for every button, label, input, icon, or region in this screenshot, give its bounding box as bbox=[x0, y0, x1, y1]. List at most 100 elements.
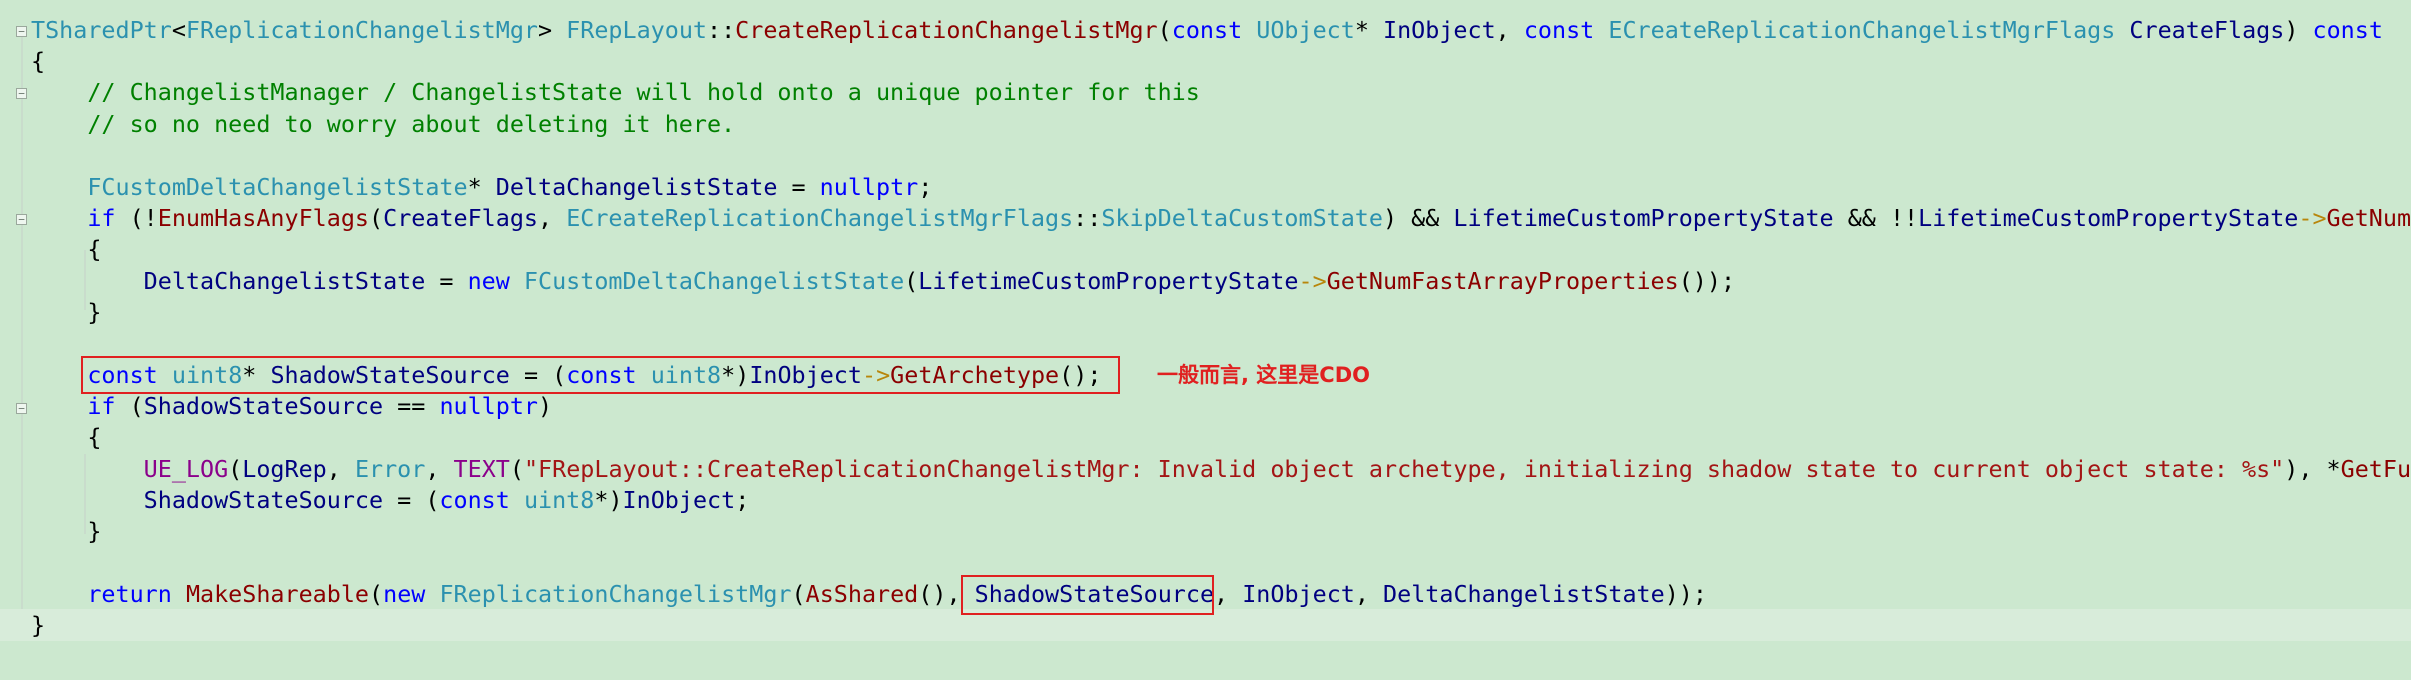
code-token: if bbox=[87, 392, 116, 420]
code-line[interactable] bbox=[0, 327, 2411, 359]
code-token: // so no need to worry about deleting it… bbox=[87, 110, 736, 138]
code-line-text: } bbox=[31, 515, 101, 547]
code-token: CreateFlags bbox=[383, 204, 539, 232]
code-token: new bbox=[383, 580, 426, 608]
code-token: -> bbox=[1298, 267, 1327, 295]
code-line-text: UE_LOG(LogRep, Error, TEXT("FRepLayout::… bbox=[31, 453, 2411, 485]
code-token: InObject bbox=[749, 361, 862, 389]
code-token: -> bbox=[861, 361, 891, 389]
fold-toggle-icon[interactable]: − bbox=[16, 214, 27, 225]
code-token: ShadowStateSource bbox=[143, 486, 384, 514]
code-token: = ( bbox=[509, 361, 567, 389]
code-token: new bbox=[467, 267, 510, 295]
code-line[interactable] bbox=[0, 139, 2411, 171]
code-token: , bbox=[538, 204, 567, 232]
code-token: ( bbox=[1157, 16, 1172, 44]
code-token: ECreateReplicationChangelistMgrFlags bbox=[1608, 16, 2116, 44]
code-line-text: ShadowStateSource = (const uint8*)InObje… bbox=[31, 484, 750, 516]
code-line[interactable]: { bbox=[0, 233, 2411, 265]
code-token: :: bbox=[1073, 204, 1102, 232]
code-token: uint8 bbox=[171, 361, 243, 389]
code-line[interactable]: UE_LOG(LogRep, Error, TEXT("FRepLayout::… bbox=[0, 453, 2411, 485]
code-token: > bbox=[537, 16, 567, 44]
code-line[interactable]: // so no need to worry about deleting it… bbox=[0, 108, 2411, 140]
code-token: FReplicationChangelistMgr bbox=[185, 16, 538, 44]
code-token: LifetimeCustomPropertyState bbox=[1918, 204, 2299, 232]
code-token: * bbox=[1354, 16, 1383, 44]
code-token: } bbox=[31, 517, 102, 545]
code-token: MakeShareable bbox=[185, 580, 370, 608]
code-token: ( bbox=[369, 580, 384, 608]
code-line-text: if (ShadowStateSource == nullptr) bbox=[31, 390, 552, 422]
code-line-text: { bbox=[31, 45, 45, 77]
code-token: DeltaChangelistState bbox=[143, 267, 426, 295]
code-token: if bbox=[87, 204, 116, 232]
code-token: InObject bbox=[622, 486, 736, 514]
code-token: (), bbox=[918, 580, 975, 608]
code-token: InObject bbox=[1383, 16, 1496, 44]
code-token: ; bbox=[735, 486, 750, 514]
code-token: * bbox=[467, 173, 496, 201]
code-token: DeltaChangelistState bbox=[495, 173, 778, 201]
code-line[interactable]: { bbox=[0, 421, 2411, 453]
code-token: -> bbox=[2298, 204, 2327, 232]
code-line[interactable]: FCustomDeltaChangelistState* DeltaChange… bbox=[0, 171, 2411, 203]
code-token: (! bbox=[115, 204, 158, 232]
code-token: ), * bbox=[2284, 455, 2341, 483]
code-token: ECreateReplicationChangelistMgrFlags bbox=[566, 204, 1074, 232]
code-token: CreateReplicationChangelistMgr bbox=[735, 16, 1158, 44]
code-line[interactable]: { bbox=[0, 45, 2411, 77]
code-line-text: { bbox=[31, 233, 101, 265]
code-token: ( bbox=[509, 455, 524, 483]
code-token: LifetimeCustomPropertyState bbox=[1453, 204, 1834, 232]
code-line[interactable]: return MakeShareable(new FReplicationCha… bbox=[0, 578, 2411, 610]
code-token: InObject bbox=[1242, 580, 1355, 608]
code-token: ShadowStateSource bbox=[143, 392, 384, 420]
code-line[interactable]: // ChangelistManager / ChangelistState w… bbox=[0, 76, 2411, 108]
code-line[interactable]: ShadowStateSource = (const uint8*)InObje… bbox=[0, 484, 2411, 516]
code-token: GetArchetype bbox=[890, 361, 1060, 389]
code-token: EnumHasAnyFlags bbox=[157, 204, 370, 232]
code-token: = bbox=[425, 267, 468, 295]
code-token: , bbox=[425, 455, 454, 483]
code-line-text: const uint8* ShadowStateSource = (const … bbox=[31, 359, 1101, 391]
code-line-text: { bbox=[31, 421, 101, 453]
code-line[interactable]: TSharedPtr<FReplicationChangelistMgr> FR… bbox=[0, 14, 2411, 46]
code-token: :: bbox=[706, 16, 736, 44]
code-token: TSharedPtr bbox=[31, 16, 172, 44]
code-token: , bbox=[1354, 580, 1384, 608]
code-token: FCustomDeltaChangelistState bbox=[523, 267, 905, 295]
code-line[interactable]: } bbox=[0, 515, 2411, 547]
code-line[interactable]: } bbox=[0, 609, 2411, 641]
code-line[interactable]: } bbox=[0, 296, 2411, 328]
code-token: // ChangelistManager / ChangelistState w… bbox=[87, 78, 1200, 106]
code-line[interactable] bbox=[0, 547, 2411, 579]
code-line-text: // so no need to worry about deleting it… bbox=[31, 108, 735, 140]
code-token: const bbox=[566, 361, 637, 389]
code-editor[interactable]: TSharedPtr<FReplicationChangelistMgr> FR… bbox=[0, 0, 2411, 680]
code-token: FCustomDeltaChangelistState bbox=[87, 173, 468, 201]
fold-toggle-icon[interactable]: − bbox=[16, 26, 27, 37]
code-token: nullptr bbox=[819, 173, 919, 201]
code-line-text: } bbox=[31, 609, 45, 641]
code-token: const bbox=[439, 486, 510, 514]
code-token: const bbox=[1523, 16, 1595, 44]
code-token: ( bbox=[115, 392, 144, 420]
code-token: return bbox=[87, 580, 172, 608]
code-token: ) && bbox=[1382, 204, 1454, 232]
code-line[interactable]: DeltaChangelistState = new FCustomDeltaC… bbox=[0, 265, 2411, 297]
code-line-text: return MakeShareable(new FReplicationCha… bbox=[31, 578, 1707, 610]
fold-toggle-icon[interactable]: − bbox=[16, 88, 27, 99]
code-token: GetNumFastArrayProperties bbox=[1326, 267, 1679, 295]
code-token: const bbox=[1171, 16, 1243, 44]
code-token: const bbox=[2312, 16, 2383, 44]
fold-toggle-icon[interactable]: − bbox=[16, 403, 27, 414]
code-line[interactable]: if (!EnumHasAnyFlags(CreateFlags, ECreat… bbox=[0, 202, 2411, 234]
code-line[interactable]: if (ShadowStateSource == nullptr) bbox=[0, 390, 2411, 422]
